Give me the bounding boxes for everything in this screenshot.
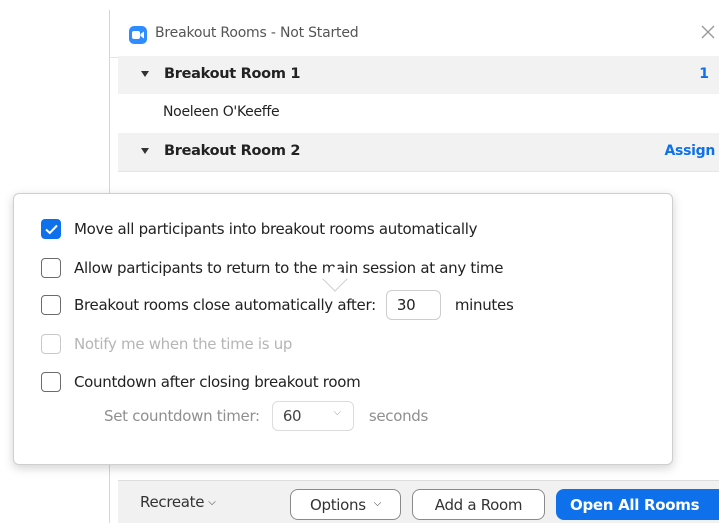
open-all-rooms-button[interactable]: Open All Rooms [556,489,719,520]
close-minutes-input[interactable]: 30 [385,290,441,320]
close-icon[interactable] [699,23,717,41]
divider [118,171,719,172]
countdown-label: Countdown after closing breakout room [74,373,361,391]
countdown-seconds-select: 60 ⌵ [271,401,354,431]
recreate-button[interactable]: Recreate ⌵ [140,493,216,511]
recreate-label: Recreate [140,493,205,511]
caret-down-icon[interactable] [141,71,149,77]
option-allow-return[interactable]: Allow participants to return to the main… [41,257,503,279]
chevron-down-icon: ⌵ [333,407,342,418]
option-move-auto[interactable]: Move all participants into breakout room… [41,218,478,240]
countdown-seconds-value: 60 [282,407,302,425]
close-auto-label: Breakout rooms close automatically after… [74,296,376,314]
option-close-auto[interactable]: Breakout rooms close automatically after… [41,290,514,320]
breakout-room-row[interactable]: Breakout Room 2 Assign [118,133,719,171]
move-auto-label: Move all participants into breakout room… [74,220,478,238]
countdown-timer-label: Set countdown timer: [104,407,260,425]
caret-down-icon[interactable] [141,148,149,154]
chevron-down-icon: ⌵ [208,497,216,508]
countdown-timer-row: Set countdown timer: 60 ⌵ seconds [104,399,428,433]
move-auto-checkbox[interactable] [41,219,61,239]
window-title: Breakout Rooms - Not Started [155,25,359,41]
countdown-checkbox[interactable] [41,372,61,392]
breakout-room-row[interactable]: Breakout Room 1 1 [118,56,719,94]
assign-link[interactable]: Assign [665,143,716,159]
window-titlebar: Breakout Rooms - Not Started [110,10,719,58]
options-label: Options [309,495,366,514]
allow-return-label: Allow participants to return to the main… [74,259,504,277]
minutes-label: minutes [454,296,514,314]
notify-checkbox [41,334,61,354]
option-notify: Notify me when the time is up [41,333,292,355]
close-auto-checkbox[interactable] [41,295,61,315]
allow-return-checkbox[interactable] [41,258,61,278]
room-participant-count: 1 [699,66,709,82]
notify-label: Notify me when the time is up [74,335,293,353]
bottom-toolbar: Recreate ⌵ Options ⌵ Add a Room Open All R… [118,480,719,523]
options-popover: Move all participants into breakout room… [13,193,673,465]
option-countdown[interactable]: Countdown after closing breakout room [41,371,361,393]
add-room-button[interactable]: Add a Room [412,489,545,520]
zoom-app-icon [129,26,147,44]
seconds-label: seconds [368,407,429,425]
options-button[interactable]: Options ⌵ [290,489,401,520]
chevron-down-icon: ⌵ [373,498,382,509]
participant-name[interactable]: Noeleen O'Keeffe [163,104,280,120]
room-name: Breakout Room 2 [164,143,301,159]
room-name: Breakout Room 1 [164,66,301,82]
